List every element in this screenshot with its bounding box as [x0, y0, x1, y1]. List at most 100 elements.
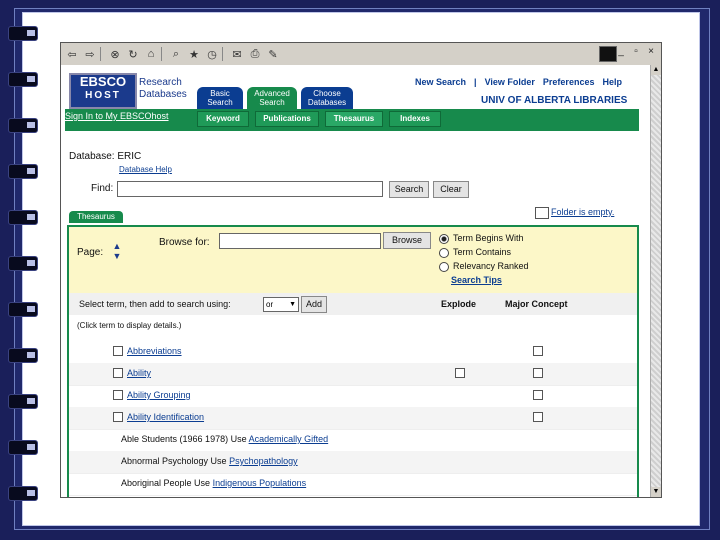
term-link[interactable]: Ability: [127, 368, 151, 378]
browse-input[interactable]: [219, 233, 381, 249]
toolbar-divider: [100, 47, 101, 61]
ebsco-logo[interactable]: EBSCO HOST: [69, 73, 137, 109]
refresh-icon[interactable]: ↻: [126, 47, 140, 61]
major-concept-checkbox[interactable]: [533, 390, 543, 400]
term-row: Ability Grouping: [69, 385, 637, 408]
subtab-indexes[interactable]: Indexes: [389, 111, 441, 127]
term-link[interactable]: Abbreviations: [127, 346, 182, 356]
use-row-text: Able Students (1966 1978) Use Academical…: [121, 434, 328, 444]
database-help-link[interactable]: Database Help: [119, 165, 172, 174]
binder-ring: [8, 256, 38, 271]
search-icon[interactable]: ⌕: [169, 47, 183, 61]
radio-term-contains[interactable]: Term Contains: [439, 245, 529, 259]
find-input[interactable]: [117, 181, 383, 197]
subtab-publications[interactable]: Publications: [255, 111, 319, 127]
boolean-select[interactable]: or ▼: [263, 297, 299, 312]
explode-checkbox[interactable]: [455, 368, 465, 378]
term-row: Ability: [69, 363, 637, 386]
page-arrows: ▲ ▼: [111, 241, 123, 261]
database-label: Database: ERIC: [69, 151, 142, 162]
scroll-down-icon[interactable]: ▼: [651, 487, 661, 497]
tab-choose-databases[interactable]: Choose Databases: [301, 87, 353, 109]
folder-icon: [535, 207, 549, 219]
add-button[interactable]: Add: [301, 296, 327, 313]
click-hint: (Click term to display details.): [77, 321, 182, 330]
print-icon[interactable]: ⎙: [248, 47, 262, 61]
use-term-link[interactable]: Academically Gifted: [249, 434, 329, 444]
use-term-link[interactable]: Indigenous Populations: [213, 478, 307, 488]
page-down-icon[interactable]: ▼: [111, 251, 123, 261]
term-row: Ability Identification: [69, 407, 637, 430]
binder-ring: [8, 118, 38, 133]
search-button[interactable]: Search: [389, 181, 429, 198]
minimize-button[interactable]: _: [615, 46, 627, 57]
back-arrow-icon[interactable]: ⇦: [65, 47, 79, 61]
clear-button[interactable]: Clear: [433, 181, 469, 198]
binder-ring: [8, 440, 38, 455]
binder-ring: [8, 72, 38, 87]
folder-status-link[interactable]: Folder is empty.: [551, 207, 614, 217]
home-icon[interactable]: ⌂: [144, 47, 158, 61]
major-concept-checkbox[interactable]: [533, 346, 543, 356]
select-checkbox[interactable]: [113, 368, 123, 378]
mail-icon[interactable]: ✉: [230, 47, 244, 61]
explode-header: Explode: [441, 299, 477, 309]
page-content: EBSCO HOST Research Databases Basic Sear…: [61, 65, 651, 497]
select-checkbox[interactable]: [113, 346, 123, 356]
radio-relevancy-ranked[interactable]: Relevancy Ranked: [439, 259, 529, 273]
subtab-keyword[interactable]: Keyword: [197, 111, 249, 127]
link-separator: |: [474, 77, 477, 87]
page-up-icon[interactable]: ▲: [111, 241, 123, 251]
radio-term-begins[interactable]: Term Begins With: [439, 231, 529, 245]
forward-arrow-icon[interactable]: ⇨: [83, 47, 97, 61]
page-label: Page:: [77, 247, 104, 258]
select-checkbox[interactable]: [113, 390, 123, 400]
maximize-button[interactable]: ▫: [630, 46, 642, 57]
find-label: Find:: [91, 183, 114, 194]
search-tips-link[interactable]: Search Tips: [451, 275, 502, 285]
major-concept-checkbox[interactable]: [533, 412, 543, 422]
radio-selected-icon[interactable]: [439, 233, 449, 244]
new-search-link[interactable]: New Search: [415, 77, 466, 87]
binder-ring: [8, 302, 38, 317]
binder-ring: [8, 348, 38, 363]
browse-label: Browse for:: [159, 237, 210, 248]
help-link[interactable]: Help: [602, 77, 622, 87]
subtab-thesaurus[interactable]: Thesaurus: [325, 111, 383, 127]
binder-ring: [8, 210, 38, 225]
radio-label: Term Begins With: [453, 233, 524, 243]
toolbar-divider: [161, 47, 162, 61]
window-controls: _ ▫ ×: [615, 46, 657, 57]
term-link[interactable]: Ability Identification: [127, 412, 204, 422]
stop-icon[interactable]: ⊗: [108, 47, 122, 61]
use-term-link[interactable]: Psychopathology: [229, 456, 298, 466]
select-checkbox[interactable]: [113, 412, 123, 422]
binder-ring: [8, 486, 38, 501]
signin-link[interactable]: Sign In to My EBSCOhost: [65, 111, 169, 121]
browser-toolbar: ⇦ ⇨ ⊗ ↻ ⌂ ⌕ ★ ◷ ✉ ⎙ ✎ _ ▫ ×: [61, 43, 661, 66]
major-concept-checkbox[interactable]: [533, 368, 543, 378]
term-link[interactable]: Ability Grouping: [127, 390, 191, 400]
use-row: Abnormal Psychology Use Psychopathology: [69, 451, 637, 474]
close-button[interactable]: ×: [645, 46, 657, 57]
radio-icon[interactable]: [439, 261, 449, 272]
vertical-scrollbar[interactable]: [650, 65, 661, 497]
use-row: Able Students (1966 1978) Use Academical…: [69, 429, 637, 452]
tab-advanced-search[interactable]: Advanced Search: [247, 87, 297, 109]
browse-button[interactable]: Browse: [383, 232, 431, 249]
browser-window: ⇦ ⇨ ⊗ ↻ ⌂ ⌕ ★ ◷ ✉ ⎙ ✎ _ ▫ × EBSCO HOST R…: [60, 42, 662, 498]
view-folder-link[interactable]: View Folder: [485, 77, 535, 87]
match-options: Term Begins With Term Contains Relevancy…: [439, 231, 529, 273]
tab-thesaurus[interactable]: Thesaurus: [69, 211, 123, 223]
edit-icon[interactable]: ✎: [266, 47, 280, 61]
preferences-link[interactable]: Preferences: [543, 77, 595, 87]
select-value: or: [266, 300, 274, 309]
radio-icon[interactable]: [439, 247, 449, 258]
scroll-up-icon[interactable]: ▲: [651, 65, 661, 75]
term-row: Abbreviations: [69, 341, 637, 364]
institution-name: UNIV OF ALBERTA LIBRARIES: [481, 95, 628, 106]
major-concept-header: Major Concept: [505, 299, 568, 309]
history-icon[interactable]: ◷: [205, 47, 219, 61]
favorites-icon[interactable]: ★: [187, 47, 201, 61]
tab-basic-search[interactable]: Basic Search: [197, 87, 243, 109]
